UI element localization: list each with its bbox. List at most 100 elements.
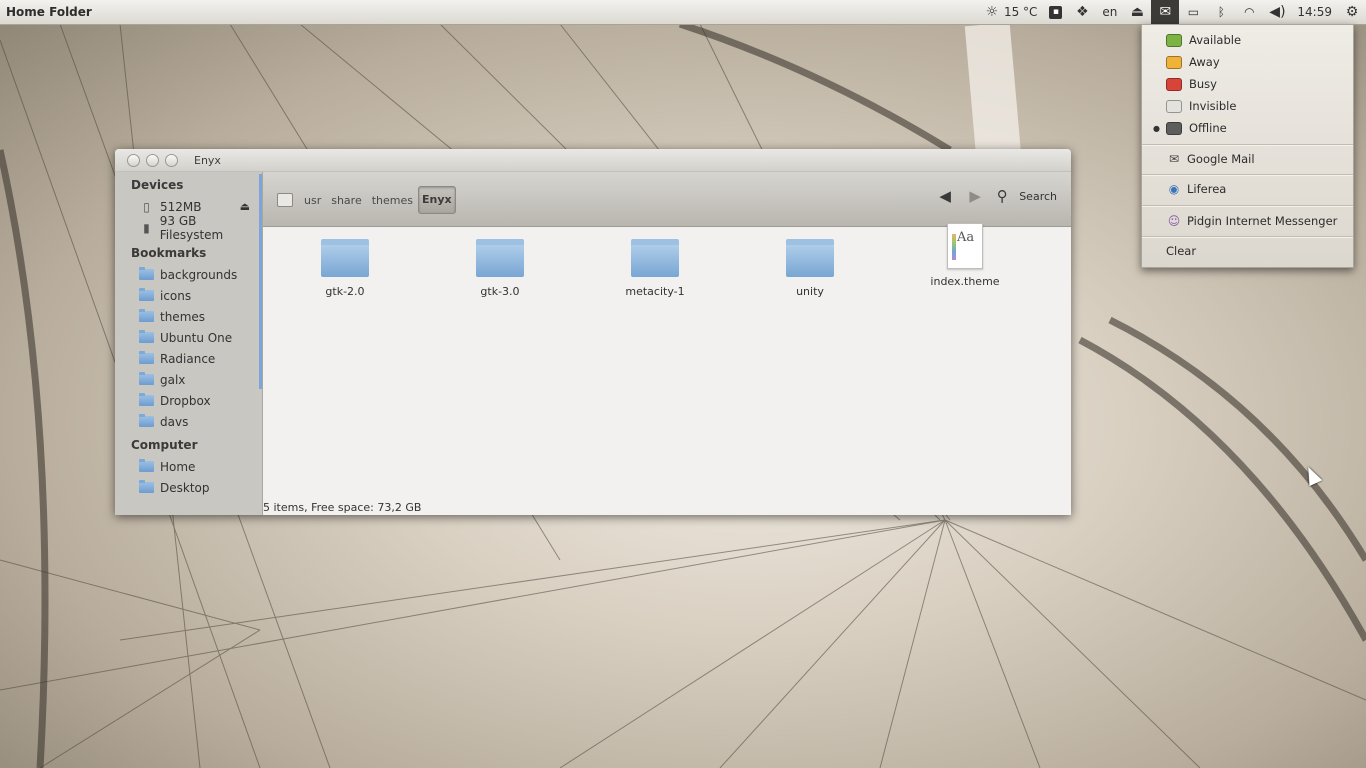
eject-indicator[interactable]: ⏏ xyxy=(1123,0,1151,24)
folder-icon xyxy=(139,309,154,322)
sidebar-item-label: 512MB xyxy=(160,199,202,214)
keyring-indicator[interactable]: ▪ xyxy=(1043,0,1068,24)
away-status-icon xyxy=(1166,55,1182,69)
app-pidgin-item[interactable]: ☺ Pidgin Internet Messenger xyxy=(1142,210,1353,232)
menu-item-label: Google Mail xyxy=(1187,152,1255,166)
folder-icon xyxy=(476,239,524,277)
battery-icon: ▭ xyxy=(1187,5,1200,19)
menu-separator xyxy=(1142,205,1353,207)
session-indicator[interactable]: ⚙ xyxy=(1338,0,1366,24)
dropbox-indicator[interactable]: ❖ xyxy=(1068,0,1096,24)
file-manager-window: Enyx Devices ▯ 512MB ⏏ ▮ 93 GB Filesyste… xyxy=(115,149,1071,515)
battery-indicator[interactable]: ▭ xyxy=(1179,0,1207,24)
window-titlebar[interactable]: Enyx xyxy=(115,149,1071,172)
menu-item-label: Offline xyxy=(1189,121,1227,135)
eject-icon: ⏏ xyxy=(1130,4,1145,20)
sidebar-item-label: Ubuntu One xyxy=(160,330,233,345)
dropbox-icon: ❖ xyxy=(1076,4,1089,20)
sidebar-item-radiance[interactable]: Radiance xyxy=(115,348,262,369)
network-indicator[interactable]: ◠ xyxy=(1235,0,1263,24)
file-name: gtk-2.0 xyxy=(325,285,365,298)
invisible-status-icon xyxy=(1166,99,1182,113)
bookmarks-header: Bookmarks xyxy=(131,246,207,260)
sidebar-item-davs[interactable]: davs xyxy=(115,411,262,432)
sidebar-item-dropbox[interactable]: Dropbox xyxy=(115,390,262,411)
sidebar-item-filesystem[interactable]: ▮ 93 GB Filesystem xyxy=(115,214,262,242)
breadcrumb-usr[interactable]: usr xyxy=(299,194,326,207)
top-panel: Home Folder ☼ 15 °C ▪ ❖ en ⏏ ✉ ▭ ᛒ ◠ ◀) … xyxy=(0,0,1366,25)
sidebar-item-label: Desktop xyxy=(160,480,210,495)
file-item-metacity-1[interactable]: metacity-1 xyxy=(595,237,715,298)
pidgin-icon: ☺ xyxy=(1167,214,1181,228)
text-document-icon: Aa xyxy=(947,223,983,269)
search-icon[interactable]: ⚲ xyxy=(993,187,1011,205)
file-name: unity xyxy=(796,285,824,298)
sidebar-item-icons[interactable]: icons xyxy=(115,285,262,306)
file-view[interactable]: gtk-2.0 gtk-3.0 metacity-1 unity Aa inde… xyxy=(263,223,1071,500)
sidebar-item-label: 93 GB Filesystem xyxy=(159,213,224,242)
envelope-icon: ✉ xyxy=(1168,152,1180,166)
breadcrumb-enyx[interactable]: Enyx xyxy=(418,186,456,214)
sidebar-item-label: galx xyxy=(160,372,186,387)
weather-temperature: 15 °C xyxy=(1003,5,1038,19)
sidebar-item-label: backgrounds xyxy=(160,267,238,282)
keyboard-layout-indicator[interactable]: en xyxy=(1096,0,1123,24)
app-liferea-item[interactable]: ◉ Liferea xyxy=(1142,178,1353,200)
weather-indicator[interactable]: ☼ 15 °C xyxy=(978,0,1043,24)
sound-indicator[interactable]: ◀) xyxy=(1263,0,1291,24)
status-offline-item[interactable]: ● Offline xyxy=(1142,117,1353,139)
menu-separator xyxy=(1142,236,1353,238)
busy-status-icon xyxy=(1166,77,1182,91)
sidebar-item-themes[interactable]: themes xyxy=(115,306,262,327)
file-item-unity[interactable]: unity xyxy=(750,237,870,298)
breadcrumb-root-disk-icon[interactable] xyxy=(277,193,293,207)
clock-time: 14:59 xyxy=(1297,5,1332,19)
maximize-window-button[interactable] xyxy=(165,153,178,167)
minimize-window-button[interactable] xyxy=(146,153,159,167)
file-item-gtk-2-0[interactable]: gtk-2.0 xyxy=(285,237,405,298)
sidebar-item-512mb[interactable]: ▯ 512MB ⏏ xyxy=(115,196,262,217)
lock-icon: ▪ xyxy=(1049,5,1063,19)
wifi-icon: ◠ xyxy=(1244,5,1255,19)
breadcrumb: usr share themes Enyx xyxy=(277,186,456,214)
sidebar-item-desktop[interactable]: Desktop xyxy=(115,477,262,498)
back-arrow-icon[interactable]: ◀ xyxy=(933,187,957,205)
messaging-indicator[interactable]: ✉ xyxy=(1151,0,1180,24)
sidebar-item-label: icons xyxy=(160,288,192,303)
status-busy-item[interactable]: Busy xyxy=(1142,73,1353,95)
places-sidebar: Devices ▯ 512MB ⏏ ▮ 93 GB Filesystem Boo… xyxy=(115,172,263,515)
menu-item-label: Liferea xyxy=(1187,182,1227,196)
breadcrumb-share[interactable]: share xyxy=(326,194,367,207)
search-button[interactable]: Search xyxy=(1019,190,1057,203)
devices-header: Devices xyxy=(131,178,184,192)
breadcrumb-themes[interactable]: themes xyxy=(367,194,418,207)
status-available-item[interactable]: Available xyxy=(1142,29,1353,51)
folder-icon xyxy=(139,414,154,427)
close-window-button[interactable] xyxy=(127,153,140,167)
status-away-item[interactable]: Away xyxy=(1142,51,1353,73)
sidebar-item-label: Home xyxy=(160,459,196,474)
app-google-mail-item[interactable]: ✉ Google Mail xyxy=(1142,148,1353,170)
indicator-tray: ☼ 15 °C ▪ ❖ en ⏏ ✉ ▭ ᛒ ◠ ◀) 14:59 ⚙ xyxy=(978,0,1366,24)
menu-item-label: Available xyxy=(1189,33,1242,47)
menu-item-label: Invisible xyxy=(1189,99,1237,113)
sidebar-item-galx[interactable]: galx xyxy=(115,369,262,390)
menu-separator xyxy=(1142,144,1353,146)
eject-icon[interactable]: ⏏ xyxy=(240,200,250,213)
bluetooth-icon: ᛒ xyxy=(1217,5,1225,19)
sidebar-item-label: Radiance xyxy=(160,351,216,366)
sidebar-item-home[interactable]: Home xyxy=(115,456,262,477)
status-invisible-item[interactable]: Invisible xyxy=(1142,95,1353,117)
sidebar-item-backgrounds[interactable]: backgrounds xyxy=(115,264,262,285)
clear-button[interactable]: Clear xyxy=(1142,240,1353,262)
sidebar-item-label: themes xyxy=(160,309,206,324)
file-item-index-theme[interactable]: Aa index.theme xyxy=(905,223,1025,288)
computer-header: Computer xyxy=(131,438,198,452)
sidebar-item-ubuntu-one[interactable]: Ubuntu One xyxy=(115,327,262,348)
forward-arrow-icon[interactable]: ▶ xyxy=(963,187,987,205)
file-item-gtk-3-0[interactable]: gtk-3.0 xyxy=(440,237,560,298)
folder-icon xyxy=(139,330,154,343)
bluetooth-indicator[interactable]: ᛒ xyxy=(1207,0,1235,24)
clock-indicator[interactable]: 14:59 xyxy=(1291,0,1338,24)
file-name: metacity-1 xyxy=(625,285,685,298)
